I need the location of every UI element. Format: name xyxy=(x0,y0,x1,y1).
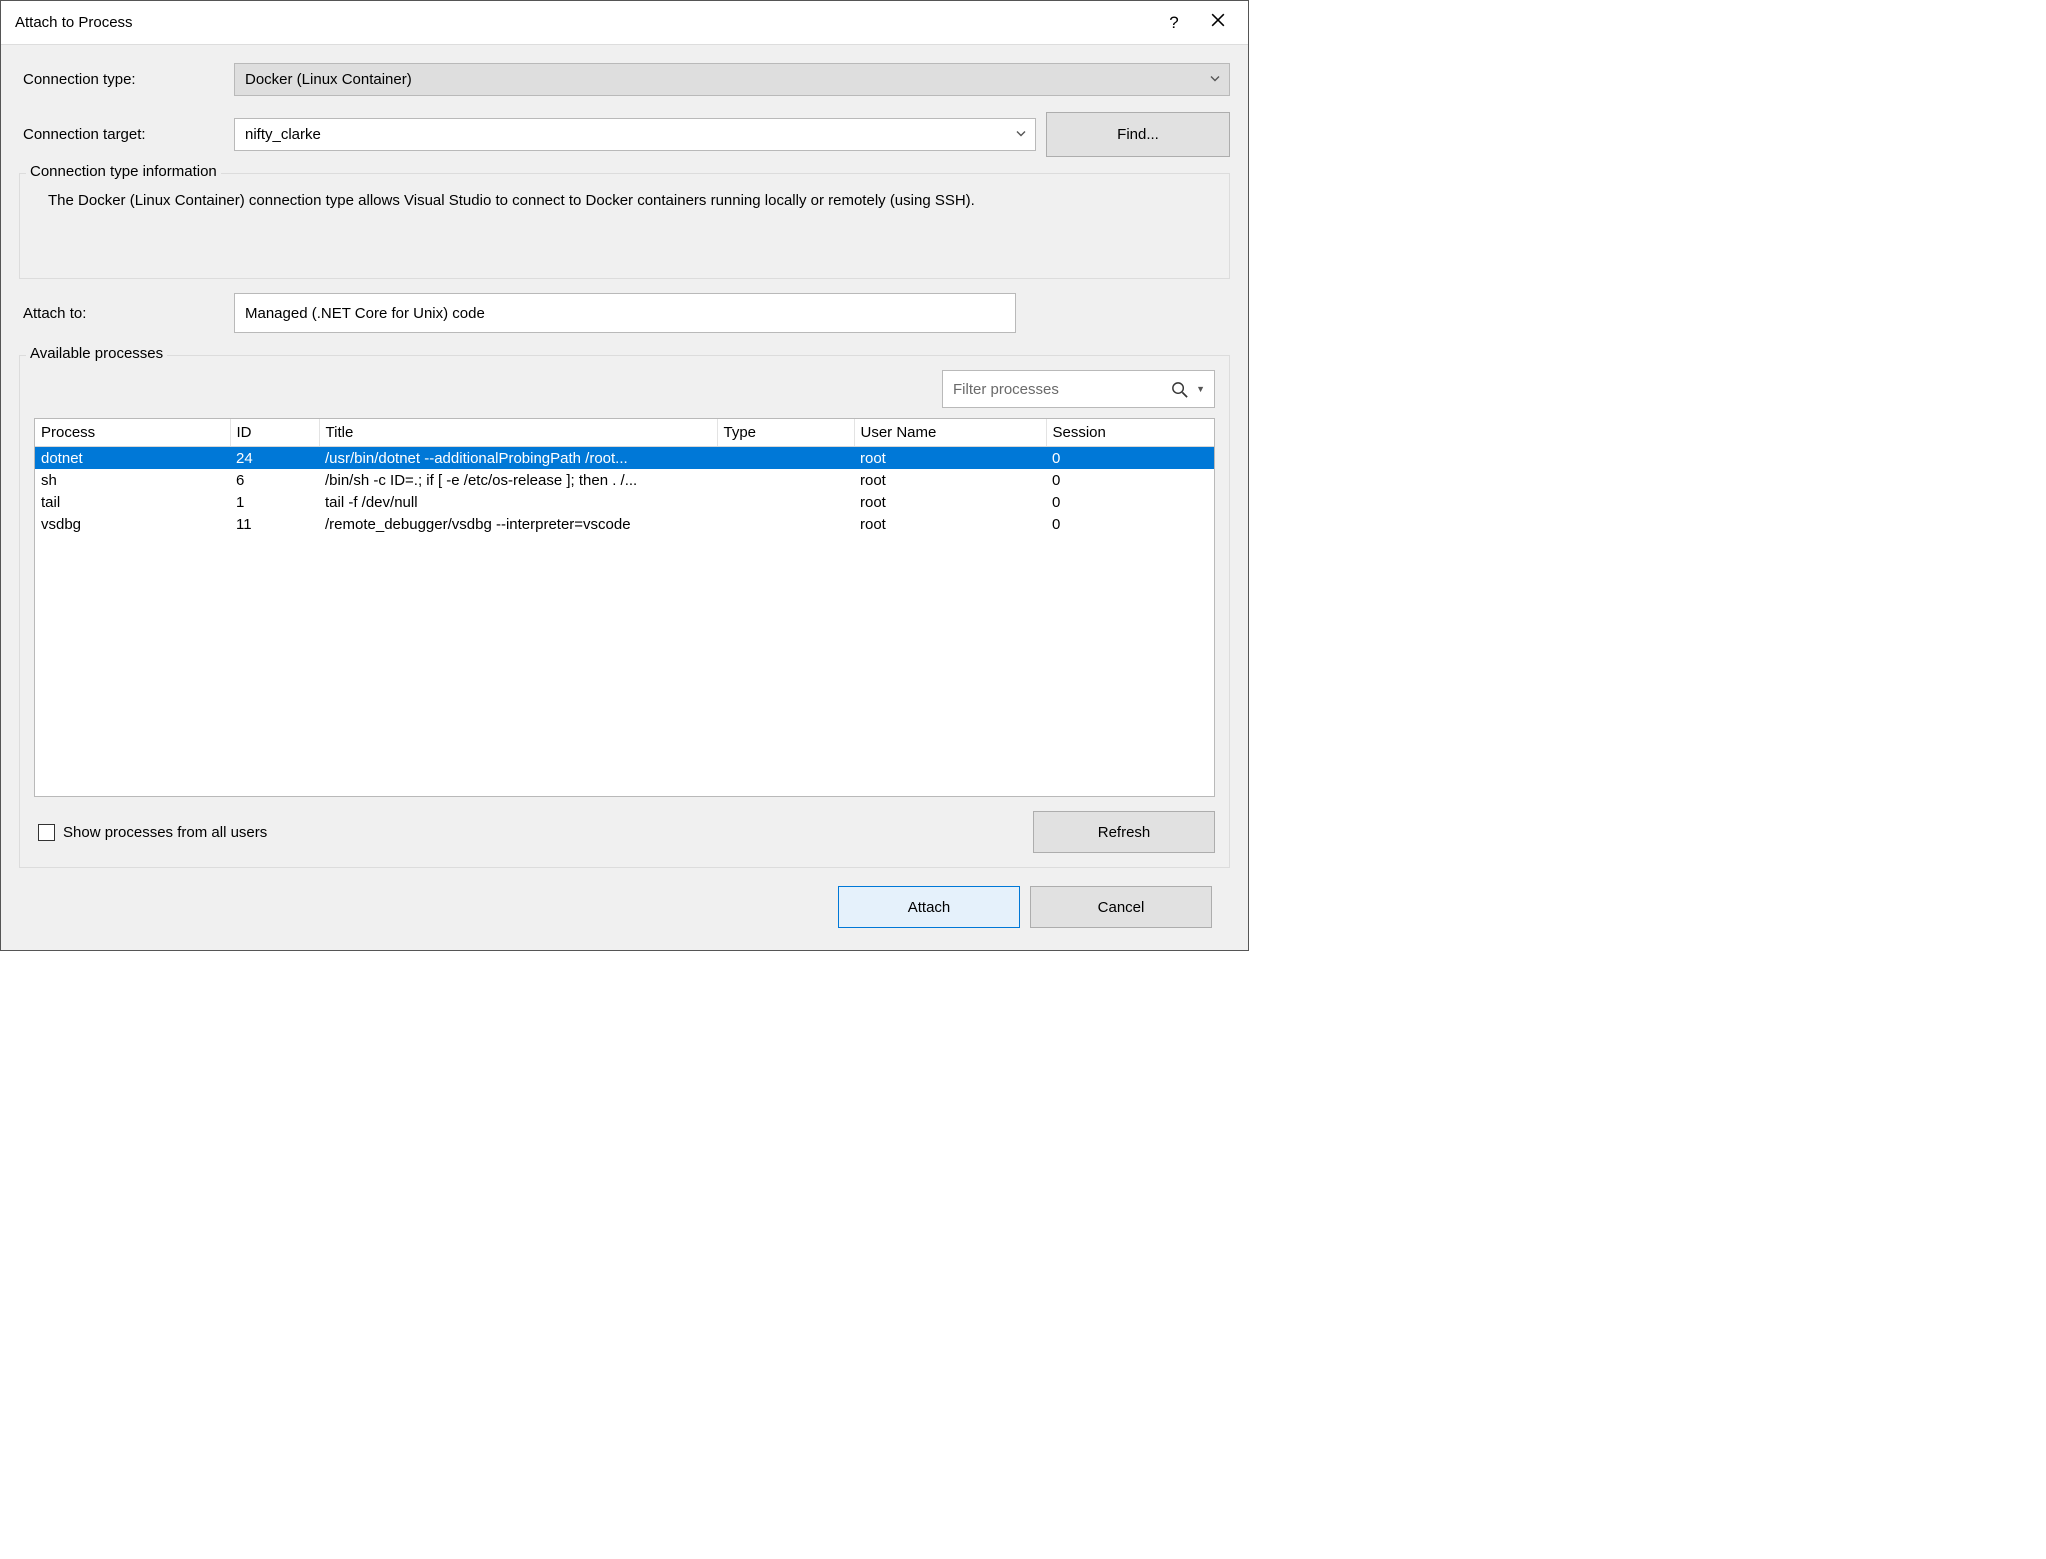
dialog-body: Connection type: Docker (Linux Container… xyxy=(1,45,1248,950)
connection-info-title: Connection type information xyxy=(26,163,221,180)
find-button[interactable]: Find... xyxy=(1046,112,1230,157)
cell-process: dotnet xyxy=(35,447,230,470)
cell-process: sh xyxy=(35,469,230,491)
cell-session: 0 xyxy=(1046,469,1214,491)
close-button[interactable] xyxy=(1196,1,1240,45)
chevron-down-icon xyxy=(1015,126,1027,143)
show-all-users-checkbox[interactable]: Show processes from all users xyxy=(34,824,267,841)
close-icon xyxy=(1211,13,1225,32)
cell-type xyxy=(717,513,854,535)
cell-user: root xyxy=(854,513,1046,535)
cell-session: 0 xyxy=(1046,491,1214,513)
connection-info-body: The Docker (Linux Container) connection … xyxy=(34,184,1215,264)
window-title: Attach to Process xyxy=(15,14,1152,31)
cell-title: /remote_debugger/vsdbg --interpreter=vsc… xyxy=(319,513,717,535)
cell-id: 24 xyxy=(230,447,319,470)
show-all-users-label: Show processes from all users xyxy=(63,824,267,841)
cell-title: /usr/bin/dotnet --additionalProbingPath … xyxy=(319,447,717,470)
cell-session: 0 xyxy=(1046,447,1214,470)
process-table[interactable]: Process ID Title Type User Name Session … xyxy=(34,418,1215,797)
col-id[interactable]: ID xyxy=(230,419,319,447)
available-processes-group: Available processes ▼ Process ID xyxy=(19,355,1230,868)
attach-to-field[interactable]: Managed (.NET Core for Unix) code xyxy=(234,293,1016,333)
col-user[interactable]: User Name xyxy=(854,419,1046,447)
connection-type-select[interactable]: Docker (Linux Container) xyxy=(234,63,1230,96)
chevron-down-icon xyxy=(1209,71,1221,88)
cell-session: 0 xyxy=(1046,513,1214,535)
filter-processes-input[interactable] xyxy=(953,381,1166,398)
cancel-button[interactable]: Cancel xyxy=(1030,886,1212,928)
help-button[interactable]: ? xyxy=(1152,1,1196,45)
filter-dropdown-icon[interactable]: ▼ xyxy=(1193,384,1208,394)
cell-id: 6 xyxy=(230,469,319,491)
attach-button[interactable]: Attach xyxy=(838,886,1020,928)
dialog-footer: Attach Cancel xyxy=(19,868,1230,946)
cell-process: tail xyxy=(35,491,230,513)
attach-to-value: Managed (.NET Core for Unix) code xyxy=(245,305,485,322)
connection-target-label: Connection target: xyxy=(19,126,234,143)
col-process[interactable]: Process xyxy=(35,419,230,447)
cell-user: root xyxy=(854,447,1046,470)
checkbox-icon xyxy=(38,824,55,841)
cell-type xyxy=(717,469,854,491)
table-row[interactable]: dotnet24/usr/bin/dotnet --additionalProb… xyxy=(35,447,1214,470)
connection-type-label: Connection type: xyxy=(19,71,234,88)
cell-type xyxy=(717,491,854,513)
connection-type-value: Docker (Linux Container) xyxy=(245,71,412,88)
cell-user: root xyxy=(854,469,1046,491)
cell-title: tail -f /dev/null xyxy=(319,491,717,513)
titlebar: Attach to Process ? xyxy=(1,1,1248,45)
col-session[interactable]: Session xyxy=(1046,419,1214,447)
table-row[interactable]: vsdbg11/remote_debugger/vsdbg --interpre… xyxy=(35,513,1214,535)
cell-process: vsdbg xyxy=(35,513,230,535)
table-header-row[interactable]: Process ID Title Type User Name Session xyxy=(35,419,1214,447)
cell-user: root xyxy=(854,491,1046,513)
col-title[interactable]: Title xyxy=(319,419,717,447)
search-icon[interactable] xyxy=(1170,380,1189,399)
connection-info-group: Connection type information The Docker (… xyxy=(19,173,1230,279)
table-row[interactable]: sh6/bin/sh -c ID=.; if [ -e /etc/os-rele… xyxy=(35,469,1214,491)
connection-target-value: nifty_clarke xyxy=(245,126,321,143)
available-processes-title: Available processes xyxy=(26,345,167,362)
cell-id: 1 xyxy=(230,491,319,513)
attach-to-label: Attach to: xyxy=(19,305,234,322)
cell-type xyxy=(717,447,854,470)
table-row[interactable]: tail1tail -f /dev/null root0 xyxy=(35,491,1214,513)
refresh-button[interactable]: Refresh xyxy=(1033,811,1215,853)
filter-processes-box[interactable]: ▼ xyxy=(942,370,1215,408)
col-type[interactable]: Type xyxy=(717,419,854,447)
connection-target-combo[interactable]: nifty_clarke xyxy=(234,118,1036,151)
cell-title: /bin/sh -c ID=.; if [ -e /etc/os-release… xyxy=(319,469,717,491)
cell-id: 11 xyxy=(230,513,319,535)
